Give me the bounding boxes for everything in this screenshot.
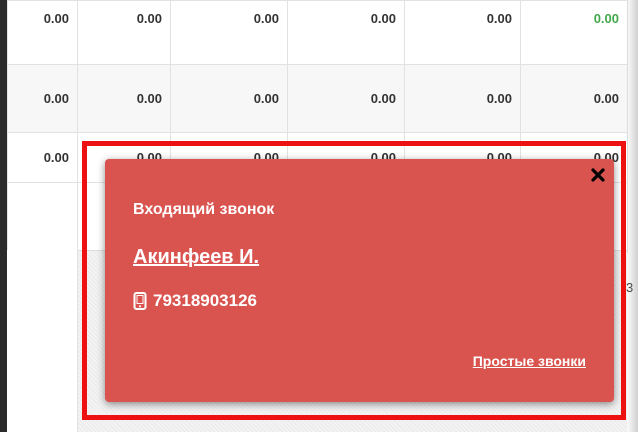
- table-cell: 0.00: [7, 132, 78, 183]
- table-cell: 0.00: [520, 64, 628, 133]
- table-row: 0.00 0.00 0.00 0.00 0.00 0.00: [7, 64, 628, 133]
- table-cell: 0.00: [287, 64, 405, 133]
- window-edge: [0, 0, 7, 432]
- table-column-strip: [7, 250, 78, 432]
- table-cell: 0.00: [77, 0, 171, 65]
- mobile-phone-icon: [133, 292, 147, 310]
- table-cell: 0.00: [287, 0, 405, 65]
- table-cell-positive: 0.00: [520, 0, 628, 65]
- table-cell: 0.00: [7, 0, 78, 65]
- table-cell: 0.00: [7, 64, 78, 133]
- phone-number: 79318903126: [153, 291, 258, 310]
- table-cell: 0.00: [77, 64, 171, 133]
- table-cell: 0.00: [404, 0, 521, 65]
- caller-name-link[interactable]: Акинфеев И.: [133, 246, 259, 269]
- table-cell: [7, 182, 78, 253]
- table-row: 0.00 0.00 0.00 0.00 0.00 0.00: [7, 0, 628, 65]
- incoming-call-notification: Входящий звонок Акинфеев И. 79318903126 …: [105, 159, 614, 402]
- table-cell: 0.00: [170, 64, 288, 133]
- phone-row: 79318903126: [133, 291, 257, 311]
- notification-title: Входящий звонок: [133, 201, 275, 218]
- close-icon[interactable]: [590, 167, 606, 183]
- simple-calls-link[interactable]: Простые звонки: [473, 353, 586, 369]
- screen: 0.00 0.00 0.00 0.00 0.00 0.00 0.00 0.00 …: [0, 0, 638, 432]
- table-cell: 0.00: [170, 0, 288, 65]
- table-cell: 0.00: [404, 64, 521, 133]
- screenshot-shadow: [626, 0, 638, 432]
